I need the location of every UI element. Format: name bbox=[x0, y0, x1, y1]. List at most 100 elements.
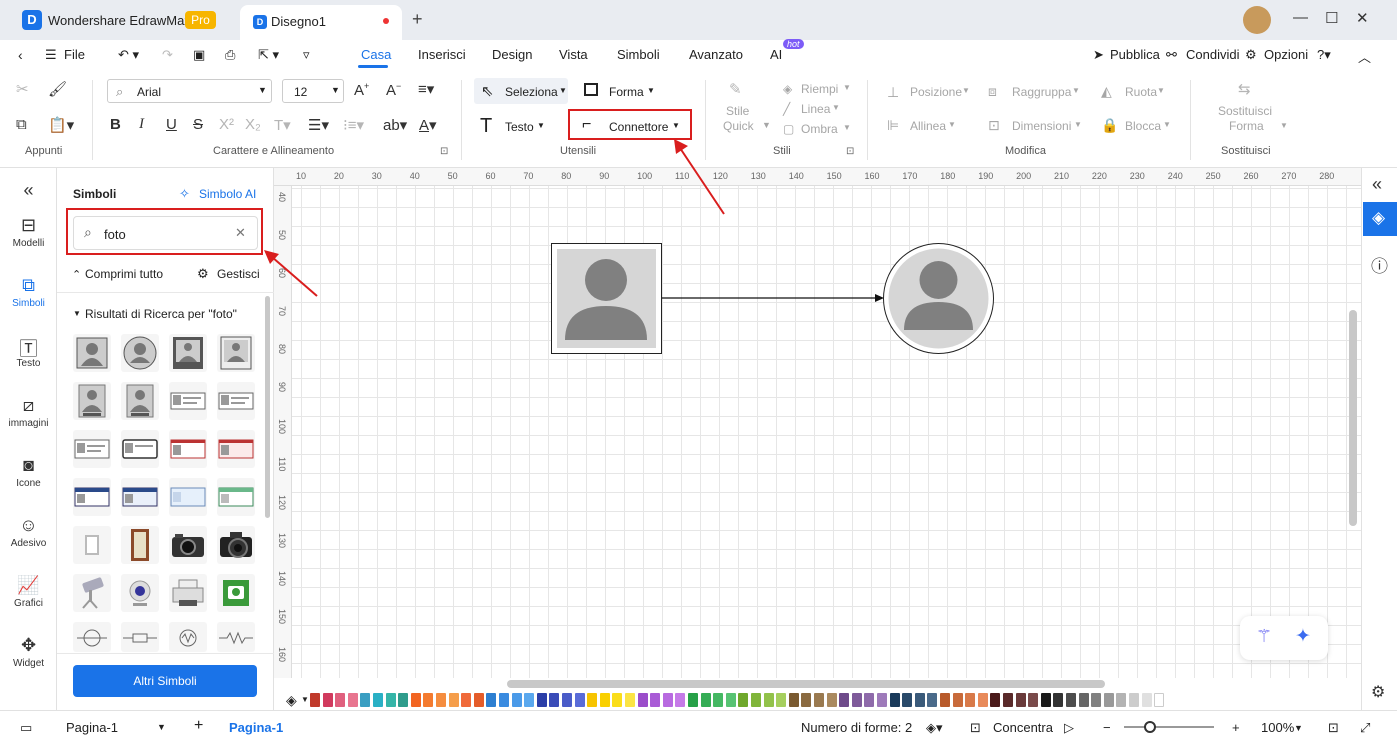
symbol-id-card-red-1[interactable] bbox=[169, 430, 207, 468]
color-swatch[interactable] bbox=[1015, 693, 1026, 707]
nav-item-testo[interactable]: 🅃 Testo bbox=[0, 335, 57, 369]
font-color-icon[interactable]: A▾ bbox=[419, 116, 437, 134]
color-swatch[interactable] bbox=[423, 693, 434, 707]
maximize-icon[interactable]: ☐ bbox=[1325, 9, 1338, 27]
color-swatch[interactable] bbox=[1129, 693, 1139, 707]
symbol-photo-id-1[interactable] bbox=[73, 382, 111, 420]
zoom-slider[interactable] bbox=[1124, 726, 1214, 728]
symbol-wood-frame[interactable] bbox=[121, 526, 159, 564]
color-swatch[interactable] bbox=[1003, 693, 1013, 707]
nav-item-adesivo[interactable]: ☺ Adesivo bbox=[0, 515, 57, 549]
focus-button[interactable]: Concentra bbox=[993, 720, 1053, 735]
tab-simboli[interactable]: Simboli bbox=[617, 47, 660, 62]
fill-button[interactable]: Riempi bbox=[801, 82, 838, 96]
nav-item-simboli[interactable]: ⧉ Simboli bbox=[0, 275, 57, 309]
color-swatch[interactable] bbox=[398, 693, 409, 707]
decrease-font-icon[interactable]: A− bbox=[386, 81, 401, 99]
color-swatch[interactable] bbox=[625, 693, 635, 707]
color-swatch[interactable] bbox=[461, 693, 472, 707]
drawing-canvas[interactable]: ⚚ ✦ bbox=[292, 186, 1361, 688]
collapse-ribbon-icon[interactable]: ︿ bbox=[1358, 47, 1371, 66]
minimize-icon[interactable]: — bbox=[1293, 9, 1308, 26]
color-swatch[interactable] bbox=[940, 693, 950, 707]
color-swatch[interactable] bbox=[864, 693, 875, 707]
color-swatch[interactable] bbox=[839, 693, 850, 707]
expand-right-panel-icon[interactable]: « bbox=[1372, 174, 1382, 195]
color-swatch[interactable] bbox=[713, 693, 724, 707]
color-swatch[interactable] bbox=[1040, 693, 1051, 707]
export-icon[interactable]: ⇱ ▾ bbox=[258, 47, 279, 63]
color-swatch[interactable] bbox=[499, 693, 509, 707]
shadow-button[interactable]: Ombra bbox=[801, 122, 838, 136]
color-swatch[interactable] bbox=[473, 693, 484, 707]
nav-item-modelli[interactable]: ⊟ Modelli bbox=[0, 215, 57, 249]
new-tab-plus-icon[interactable]: + bbox=[412, 9, 423, 30]
manage-button[interactable]: Gestisci bbox=[217, 267, 260, 281]
publish-button[interactable]: Pubblica bbox=[1110, 47, 1160, 62]
symbol-security-camera[interactable] bbox=[73, 574, 111, 612]
print-icon[interactable]: ⎙ bbox=[225, 47, 235, 63]
color-swatch[interactable] bbox=[587, 693, 598, 707]
nav-item-immagini[interactable]: ⧄ immagini bbox=[0, 395, 57, 429]
color-swatch[interactable] bbox=[448, 693, 459, 707]
format-panel-button[interactable]: ◈ bbox=[1363, 202, 1397, 236]
color-swatch[interactable] bbox=[977, 693, 988, 707]
color-swatch[interactable] bbox=[385, 693, 396, 707]
back-icon[interactable]: ‹ bbox=[18, 47, 23, 63]
group-button[interactable]: Raggruppa bbox=[1012, 85, 1071, 99]
page-select[interactable]: Pagina-1 ▼ bbox=[57, 714, 175, 740]
color-swatch[interactable] bbox=[801, 693, 812, 707]
symbol-id-card-4[interactable] bbox=[121, 430, 159, 468]
color-swatch[interactable] bbox=[524, 693, 535, 707]
color-swatch[interactable] bbox=[373, 693, 383, 707]
connector-arrow[interactable] bbox=[662, 292, 887, 304]
tab-casa[interactable]: Casa bbox=[361, 47, 391, 62]
more-quick-access-icon[interactable]: ▿ bbox=[303, 47, 310, 63]
symbol-id-card-1[interactable] bbox=[169, 382, 207, 420]
page-panel-icon[interactable]: ▭ bbox=[20, 720, 32, 736]
color-swatch[interactable] bbox=[877, 693, 887, 707]
tab-ai[interactable]: AI bbox=[770, 47, 782, 62]
expand-font-dialog-icon[interactable]: ⊡ bbox=[440, 146, 448, 157]
cut-icon[interactable]: ✂ bbox=[16, 80, 29, 98]
canvas-horizontal-scrollbar[interactable] bbox=[507, 680, 1105, 688]
color-swatch[interactable] bbox=[562, 693, 572, 707]
color-swatch[interactable] bbox=[700, 693, 711, 707]
shape-tool-button[interactable]: Forma ▼ bbox=[584, 78, 664, 104]
list-icon[interactable]: ⁝≡▾ bbox=[343, 116, 364, 134]
add-page-icon[interactable]: + bbox=[194, 717, 203, 735]
fit-page-icon[interactable]: ⊡ bbox=[1328, 720, 1339, 736]
color-swatch[interactable] bbox=[1028, 693, 1039, 707]
focus-icon[interactable]: ⊡ bbox=[970, 720, 981, 736]
align-text-icon[interactable]: ≡▾ bbox=[418, 80, 434, 98]
copy-icon[interactable]: ⧉ bbox=[16, 116, 27, 133]
color-swatch[interactable] bbox=[725, 693, 736, 707]
color-swatch[interactable] bbox=[410, 693, 421, 707]
nav-item-grafici[interactable]: 📈 Grafici bbox=[0, 575, 57, 609]
rotate-button[interactable]: Ruota bbox=[1125, 85, 1157, 99]
replace-shape-label-1[interactable]: Sostituisci bbox=[1218, 104, 1272, 118]
line-spacing-icon[interactable]: ☰▾ bbox=[308, 116, 329, 134]
color-swatch[interactable] bbox=[347, 693, 358, 707]
ai-symbol-button[interactable]: Simbolo AI bbox=[199, 187, 256, 201]
color-swatch[interactable] bbox=[1091, 693, 1102, 707]
page-tab[interactable]: Pagina-1 bbox=[229, 720, 283, 735]
font-family-select[interactable]: ⌕ Arial ▼ bbox=[107, 79, 272, 103]
text-tool-button[interactable]: T Testo ▼ bbox=[480, 115, 550, 141]
symbol-webcam[interactable] bbox=[121, 574, 159, 612]
color-swatch[interactable] bbox=[335, 693, 346, 707]
superscript-icon[interactable]: X² bbox=[219, 116, 234, 133]
symbol-id-card-red-2[interactable] bbox=[217, 430, 255, 468]
color-swatch[interactable] bbox=[688, 693, 698, 707]
color-swatch[interactable] bbox=[776, 693, 787, 707]
undo-icon[interactable]: ↶ ▾ bbox=[118, 47, 139, 63]
symbol-id-card-blue-2[interactable] bbox=[121, 478, 159, 516]
color-swatch[interactable] bbox=[814, 693, 824, 707]
color-swatch[interactable] bbox=[1103, 693, 1114, 707]
pro-badge[interactable]: Pro bbox=[185, 11, 216, 29]
increase-font-icon[interactable]: A+ bbox=[354, 81, 369, 99]
replace-shape-icon[interactable]: ⇆ bbox=[1238, 80, 1251, 98]
symbol-photo-circle[interactable] bbox=[121, 334, 159, 372]
nav-item-icone[interactable]: ◙ Icone bbox=[0, 455, 57, 489]
color-swatch[interactable] bbox=[952, 693, 963, 707]
